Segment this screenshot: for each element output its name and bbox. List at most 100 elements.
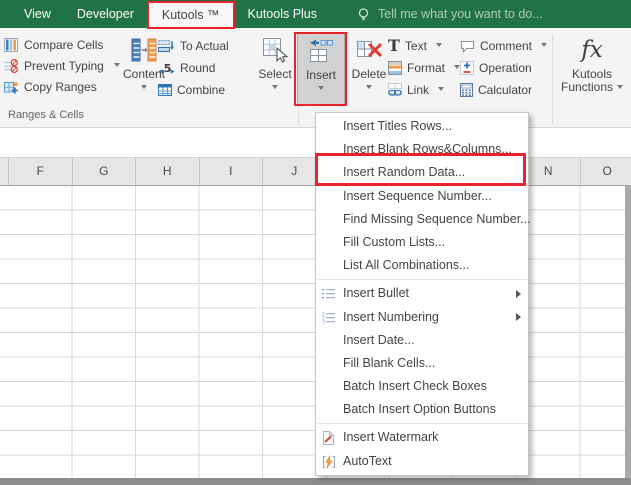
calculator-icon — [460, 83, 473, 97]
column-header[interactable]: G — [73, 158, 136, 185]
comment-button[interactable]: Comment — [460, 38, 548, 54]
insert-icon — [310, 39, 333, 62]
menu-item-autotext[interactable]: AutoText — [316, 450, 528, 473]
menu-item-insert-blank-rows-columns[interactable]: Insert Blank Rows&Columns... — [316, 138, 528, 161]
compare-cells-icon — [4, 38, 18, 52]
group-label-ranges-cells: Ranges & Cells — [8, 109, 84, 121]
tab-view[interactable]: View — [11, 0, 64, 28]
numbered-list-icon: 1 2 3 — [322, 311, 335, 324]
link-icon — [388, 83, 402, 96]
comment-icon — [460, 40, 475, 53]
window-bottom-edge — [0, 478, 631, 485]
calculator-button[interactable]: Calculator — [460, 82, 532, 98]
copy-ranges-button[interactable]: Copy Ranges — [4, 79, 97, 95]
lightbulb-icon — [358, 7, 369, 20]
sheet-grid[interactable] — [0, 186, 625, 478]
menu-item-find-missing-sequence-number[interactable]: Find Missing Sequence Number... — [316, 208, 531, 231]
kutools-functions-button[interactable]: fx Kutools Functions — [556, 33, 628, 105]
menu-item-label: Insert Bullet — [343, 286, 410, 301]
tell-me-label: Tell me what you want to do... — [378, 7, 543, 21]
column-header[interactable]: I — [200, 158, 263, 185]
excel-window: View Developer Kutools ™ Kutools Plus Te… — [0, 0, 631, 485]
column-header[interactable]: F — [9, 158, 73, 185]
text-icon: T — [388, 36, 400, 55]
delete-label: Delete — [351, 67, 387, 81]
svg-text:5: 5 — [164, 62, 172, 75]
menu-item-insert-date[interactable]: Insert Date... — [316, 329, 528, 352]
menu-item-batch-insert-option-buttons[interactable]: Batch Insert Option Buttons — [316, 398, 528, 421]
chevron-down-icon — [541, 43, 548, 50]
submenu-arrow-icon — [516, 313, 521, 321]
menu-item-list-all-combinations[interactable]: List All Combinations... — [316, 254, 528, 277]
prevent-typing-button[interactable]: Prevent Typing — [4, 58, 120, 74]
autotext-icon — [322, 454, 336, 469]
column-header-partial[interactable] — [0, 158, 9, 185]
vertical-scrollbar[interactable] — [625, 186, 631, 478]
link-label: Link — [407, 83, 430, 97]
chevron-down-icon — [366, 85, 372, 92]
format-button[interactable]: Format — [388, 60, 461, 76]
tab-developer[interactable]: Developer — [64, 0, 147, 28]
insert-button[interactable]: Insert — [297, 33, 345, 105]
chevron-down-icon — [617, 85, 624, 92]
tab-kutools[interactable]: Kutools ™ — [146, 1, 235, 29]
menu-item-batch-insert-check-boxes[interactable]: Batch Insert Check Boxes — [316, 375, 528, 398]
delete-icon — [356, 41, 382, 58]
select-button[interactable]: Select — [252, 33, 298, 105]
fx-icon: fx — [581, 37, 603, 63]
link-button[interactable]: Link — [388, 82, 445, 98]
prevent-typing-icon — [4, 59, 18, 73]
round-button[interactable]: 5 Round — [158, 60, 215, 76]
menu-item-insert-numbering[interactable]: 1 2 3 Insert Numbering — [316, 306, 528, 329]
tab-kutools-plus[interactable]: Kutools Plus — [235, 0, 330, 28]
to-actual-button[interactable]: To Actual — [158, 38, 229, 54]
select-icon — [262, 37, 288, 63]
kutools-functions-label-line2: Functions — [560, 80, 614, 94]
menu-item-insert-sequence-number[interactable]: Insert Sequence Number... — [316, 185, 528, 208]
menu-separator — [317, 423, 527, 425]
content-icon — [131, 38, 157, 62]
combine-label: Combine — [177, 83, 226, 97]
round-label: Round — [180, 61, 216, 75]
text-button[interactable]: T Text — [388, 38, 442, 54]
menu-item-label: Insert Watermark — [343, 430, 439, 445]
tell-me-box[interactable]: Tell me what you want to do... — [356, 7, 543, 22]
svg-text:3: 3 — [322, 319, 325, 324]
text-label: Text — [404, 39, 427, 53]
menu-item-insert-bullet[interactable]: Insert Bullet — [316, 282, 528, 305]
operation-button[interactable]: Operation — [460, 60, 532, 76]
copy-ranges-label: Copy Ranges — [24, 80, 97, 94]
menu-item-label: Insert Numbering — [343, 309, 439, 324]
to-actual-label: To Actual — [180, 39, 229, 53]
format-label: Format — [407, 61, 446, 75]
menu-item-insert-random-data[interactable]: Insert Random Data... — [316, 161, 528, 184]
menu-item-insert-watermark[interactable]: Insert Watermark — [316, 426, 528, 449]
insert-label: Insert — [305, 68, 336, 82]
column-header[interactable]: H — [136, 158, 200, 185]
chevron-down-icon — [141, 85, 147, 92]
column-header[interactable]: O — [581, 158, 631, 185]
ribbon-tab-bar: View Developer Kutools ™ Kutools Plus Te… — [0, 0, 631, 29]
menu-item-fill-custom-lists[interactable]: Fill Custom Lists... — [316, 231, 528, 254]
kutools-functions-label-line1: Kutools — [571, 67, 613, 81]
comment-label: Comment — [480, 39, 533, 53]
chevron-down-icon — [438, 87, 445, 94]
operation-icon — [460, 61, 474, 75]
delete-button[interactable]: Delete — [346, 33, 392, 105]
menu-item-fill-blank-cells[interactable]: Fill Blank Cells... — [316, 352, 528, 375]
combine-button[interactable]: Combine — [158, 82, 225, 98]
chevron-down-icon — [318, 86, 324, 93]
compare-cells-label: Compare Cells — [24, 38, 104, 52]
bullet-list-icon — [322, 289, 335, 299]
menu-separator — [317, 279, 527, 281]
to-actual-icon — [158, 40, 174, 52]
watermark-icon — [323, 431, 334, 446]
compare-cells-button[interactable]: Compare Cells — [4, 37, 103, 53]
round-icon: 5 — [158, 62, 175, 75]
combine-icon — [158, 84, 172, 96]
chevron-down-icon — [113, 63, 120, 70]
chevron-down-icon — [272, 85, 278, 92]
chevron-down-icon — [435, 43, 442, 50]
menu-item-insert-titles-rows[interactable]: Insert Titles Rows... — [316, 115, 528, 138]
format-icon — [388, 61, 402, 75]
